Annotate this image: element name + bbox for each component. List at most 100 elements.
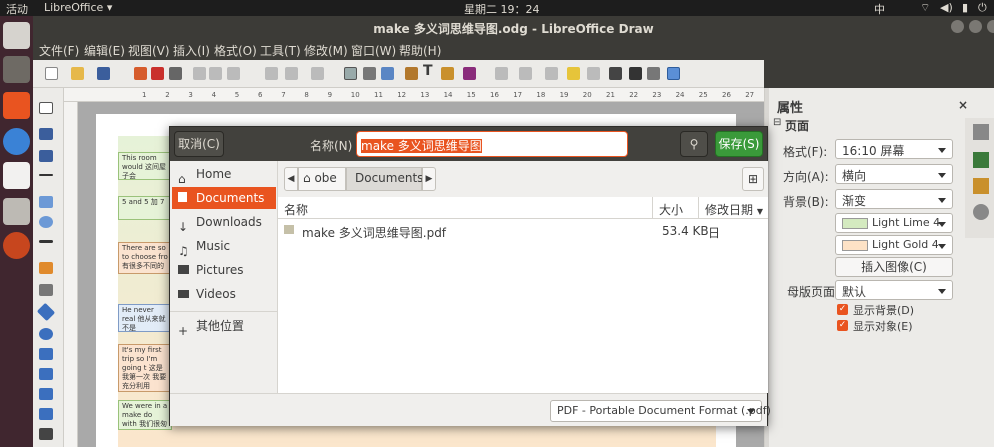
stars-icon[interactable]	[39, 408, 53, 420]
collapse-icon[interactable]: ⊟	[773, 117, 781, 128]
flowchart-icon[interactable]	[39, 368, 53, 380]
column-size[interactable]: 大小	[652, 197, 698, 219]
wifi-icon[interactable]: ⌔	[920, 1, 930, 15]
libreoffice-draw-icon[interactable]	[3, 162, 30, 189]
zoom-icon[interactable]	[381, 67, 394, 80]
path-home-button[interactable]: ⌂ obe	[298, 167, 346, 191]
clock[interactable]: 星期二 19：24	[464, 1, 540, 17]
menu-edit[interactable]: 编辑(E)	[84, 42, 125, 59]
grid-icon[interactable]	[344, 67, 357, 80]
path-left-arrow-icon[interactable]: ◀	[284, 167, 298, 191]
copy-icon[interactable]	[209, 67, 222, 80]
mindmap-node[interactable]: This room would 这间屋子会	[118, 152, 172, 180]
orientation-select[interactable]: 横向	[835, 164, 953, 184]
volume-icon[interactable]: ◀)	[940, 1, 953, 14]
cut-icon[interactable]	[193, 67, 206, 80]
paste-icon[interactable]	[227, 67, 240, 80]
navigator-tab-icon[interactable]	[973, 204, 989, 220]
close-sidebar-icon[interactable]: ×	[958, 98, 968, 112]
arrange-icon[interactable]	[519, 67, 532, 80]
master-page-select[interactable]: 默认	[835, 280, 953, 300]
mindmap-node[interactable]: He never real 他从来就不是	[118, 304, 172, 332]
align-icon[interactable]	[495, 67, 508, 80]
place-home[interactable]: ⌂ Home	[172, 163, 276, 186]
3d-objects-icon[interactable]	[39, 428, 53, 440]
filename-input[interactable]: make 多义词思维导图	[356, 131, 628, 157]
input-method-indicator[interactable]: 中	[874, 1, 885, 17]
save-icon[interactable]	[97, 67, 110, 80]
cancel-button[interactable]: 取消(C)	[174, 131, 224, 157]
file-row[interactable]: make 多义词思维导图.pdf 53.4 KB 日	[278, 220, 768, 242]
print-icon[interactable]	[169, 67, 182, 80]
close-icon[interactable]	[987, 20, 994, 33]
symbol-shapes-icon[interactable]	[39, 328, 53, 340]
select-icon[interactable]	[39, 102, 53, 114]
menu-file[interactable]: 文件(F)	[39, 42, 79, 59]
zoom-pan-icon[interactable]	[39, 128, 53, 140]
mindmap-node[interactable]: 5 and 5 加 7	[118, 196, 172, 220]
transform-icon[interactable]	[463, 67, 476, 80]
section-page[interactable]: 页面	[785, 117, 809, 134]
gradient-color2-select[interactable]: Light Gold 4	[835, 235, 953, 255]
export-pdf-icon[interactable]	[151, 67, 164, 80]
glue-points-icon[interactable]	[629, 67, 642, 80]
redo-icon[interactable]	[311, 67, 324, 80]
column-modified[interactable]: 修改日期 ▼	[698, 197, 768, 219]
clone-formatting-icon[interactable]	[265, 67, 278, 80]
menu-modify[interactable]: 修改(M)	[304, 42, 348, 59]
text-icon[interactable]	[39, 150, 53, 162]
menu-format[interactable]: 格式(O)	[214, 42, 257, 59]
points-icon[interactable]	[609, 67, 622, 80]
background-select[interactable]: 渐变	[835, 189, 953, 209]
horizontal-ruler[interactable]: 1 2 3 4 5 6 7 8 9 10 11 12 13 14 15 16 17 18 19 20 21 22 23 24 2…	[64, 88, 764, 102]
minimize-icon[interactable]	[951, 20, 964, 33]
mindmap-node[interactable]: It's my first trip so I'm going t 这是我第一次…	[118, 344, 172, 392]
new-icon[interactable]	[45, 67, 58, 80]
format-select[interactable]: 16:10 屏幕	[835, 139, 953, 159]
maximize-icon[interactable]	[969, 20, 982, 33]
show-objects-checkbox[interactable]: ✓	[837, 320, 848, 331]
path-right-arrow-icon[interactable]: ▶	[422, 167, 436, 191]
crop-icon[interactable]	[587, 67, 600, 80]
insert-image-button[interactable]: 插入图像(C)	[835, 257, 953, 277]
toggle-extrusion-icon[interactable]	[647, 67, 660, 80]
settings-icon[interactable]	[3, 232, 30, 259]
distribute-icon[interactable]	[545, 67, 558, 80]
new-folder-icon[interactable]: ⊞	[742, 167, 764, 191]
files-icon[interactable]	[3, 22, 30, 49]
menu-insert[interactable]: 插入(I)	[173, 42, 210, 59]
properties-tab-icon[interactable]	[973, 124, 989, 140]
export-icon[interactable]	[134, 67, 147, 80]
fontwork-icon[interactable]	[441, 67, 454, 80]
mindmap-node[interactable]: There are so to choose fro 有很多不同的	[118, 242, 172, 274]
menu-window[interactable]: 窗口(W)	[351, 42, 396, 59]
ellipse-icon[interactable]	[39, 216, 53, 228]
activities-button[interactable]: 活动	[6, 1, 28, 17]
block-arrows-icon[interactable]	[39, 348, 53, 360]
vertical-ruler[interactable]	[64, 102, 78, 447]
power-icon[interactable]: ⏻	[978, 1, 987, 15]
save-button[interactable]: 保存(S)	[715, 131, 763, 157]
styles-tab-icon[interactable]	[973, 152, 989, 168]
connectors-icon[interactable]	[39, 284, 53, 296]
rectangle-icon[interactable]	[39, 196, 53, 208]
place-videos[interactable]: Videos	[172, 283, 276, 305]
menu-view[interactable]: 视图(V)	[128, 42, 170, 59]
path-documents-button[interactable]: Documents	[346, 167, 423, 191]
place-documents[interactable]: Documents	[172, 187, 276, 209]
usb-drive-icon[interactable]	[3, 198, 30, 225]
file-type-select[interactable]: PDF - Portable Document Format (.pdf)	[550, 400, 771, 422]
software-center-icon[interactable]	[3, 92, 30, 119]
lines-arrows-icon[interactable]	[39, 240, 53, 243]
search-icon[interactable]: ⚲	[680, 131, 708, 157]
line-icon[interactable]	[39, 174, 53, 176]
gradient-color1-select[interactable]: Light Lime 4	[835, 213, 953, 233]
place-music[interactable]: ♫ Music	[172, 235, 276, 258]
sidebar-toggle-icon[interactable]	[667, 67, 680, 80]
show-background-checkbox[interactable]: ✓	[837, 304, 848, 315]
helplines-icon[interactable]	[363, 67, 376, 80]
callouts-icon[interactable]	[39, 388, 53, 400]
insert-image-icon[interactable]	[405, 67, 418, 80]
gallery-tab-icon[interactable]	[973, 178, 989, 194]
disk-icon[interactable]	[3, 56, 30, 83]
